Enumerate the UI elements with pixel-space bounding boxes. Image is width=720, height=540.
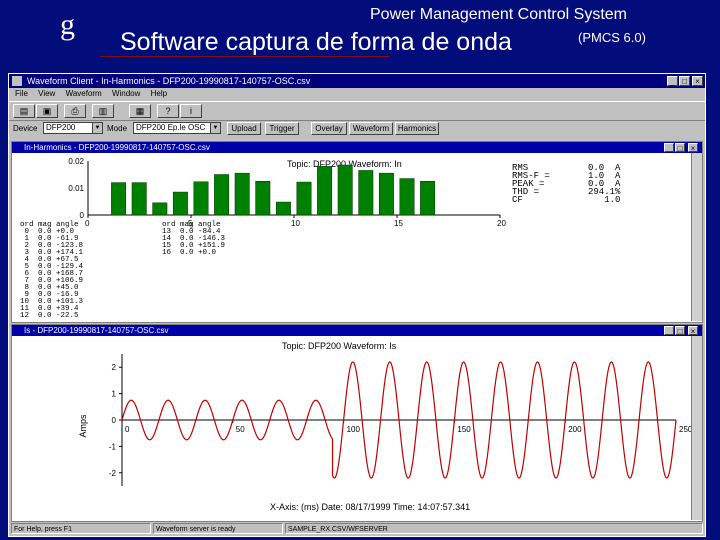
app-title: Waveform Client - In-Harmonics - DFP200-…	[27, 76, 311, 86]
bar	[317, 166, 333, 216]
bar	[193, 181, 209, 216]
harmonics-icon[interactable]: ▥	[92, 104, 114, 118]
menu-view[interactable]: View	[38, 88, 55, 100]
status-help: For Help, press F1	[11, 523, 151, 534]
minimize-button[interactable]: _	[664, 143, 674, 153]
harmonics-window-titlebar[interactable]: In-Harmonics - DFP200-19990817-140757-OS…	[12, 142, 702, 153]
waveform-window-titlebar[interactable]: Is - DFP200-19990817-140757-OSC.csv _ □ …	[12, 325, 702, 336]
y-tick-label: -1	[109, 442, 117, 451]
print-icon[interactable]: ⎙	[64, 104, 86, 118]
x-tick-label: 200	[568, 425, 582, 434]
maximize-button[interactable]: □	[675, 143, 685, 153]
status-bar: For Help, press F1 Waveform server is re…	[9, 522, 705, 536]
menu-bar: File View Waveform Window Help	[9, 88, 705, 100]
slide-title: Software captura de forma de onda	[120, 28, 512, 56]
x-axis-label: X-Axis: (ms) Date: 08/17/1999 Time: 14:0…	[270, 502, 470, 512]
y-tick-label: 0.02	[68, 157, 84, 166]
bar	[275, 201, 291, 216]
open-icon[interactable]: ▤	[13, 104, 35, 118]
mode-value: DFP200 Ep.le OSC	[136, 123, 206, 132]
device-toolbar: Device DFP200 ▼ Mode DFP200 Ep.le OSC ▼ …	[9, 120, 705, 138]
y-tick-label: 0	[80, 211, 85, 220]
waveform-chart: Topic: DFP200 Waveform: Is X-Axis: (ms) D…	[78, 341, 692, 512]
bar	[358, 170, 374, 216]
minimize-button[interactable]: _	[664, 326, 674, 336]
x-tick-label: 0	[125, 425, 130, 434]
harmonics-table-left: ord mag angle 0 0.0 +0.0 1 0.0 -61.9 2 0…	[20, 221, 84, 320]
bar	[131, 182, 147, 216]
bar	[420, 181, 436, 216]
save-icon[interactable]: ▣	[36, 104, 58, 118]
y-tick-label: 0	[112, 416, 117, 425]
menu-file[interactable]: File	[15, 88, 28, 100]
y-tick-label: -2	[109, 469, 117, 478]
bar	[152, 202, 168, 216]
mode-select[interactable]: DFP200 Ep.le OSC ▼	[133, 122, 221, 134]
device-label: Device	[13, 124, 38, 133]
bar	[296, 181, 312, 216]
status-file: SAMPLE_RX.CSV/WFSERVER	[285, 523, 703, 534]
device-value: DFP200	[46, 123, 76, 132]
stats-labels: RMS RMS-F = PEAK = THD = CF	[512, 163, 550, 205]
x-tick-label: 15	[394, 219, 403, 228]
menu-waveform[interactable]: Waveform	[66, 88, 102, 100]
version-label: (PMCS 6.0)	[578, 30, 646, 45]
menu-help[interactable]: Help	[151, 88, 167, 100]
stats-values: 0.0 A 1.0 A 0.0 A 294.1% 1.0	[588, 163, 621, 205]
mode-label: Mode	[107, 124, 128, 133]
bar	[111, 182, 127, 216]
y-tick-label: 1	[112, 390, 117, 399]
upload-button[interactable]: Upload	[227, 122, 261, 135]
app-icon[interactable]	[12, 76, 22, 86]
minimize-button[interactable]: _	[667, 76, 678, 86]
x-tick-label: 150	[457, 425, 471, 434]
bar	[255, 181, 271, 216]
harmonics-window-title: In-Harmonics - DFP200-19990817-140757-OS…	[24, 143, 210, 152]
close-button[interactable]: ×	[688, 326, 698, 336]
chevron-down-icon[interactable]: ▼	[92, 123, 102, 133]
overlay-button[interactable]: Overlay	[311, 122, 347, 135]
help-icon[interactable]: ?	[157, 104, 179, 118]
harmonics-table-right: ord mag angle 13 0.0 -84.4 14 0.0 -146.3…	[162, 221, 226, 257]
waveform-button[interactable]: Waveform	[349, 122, 393, 135]
bar	[337, 164, 353, 216]
x-tick-label: 100	[347, 425, 361, 434]
system-title: Power Management Control System	[370, 6, 627, 23]
maximize-button[interactable]: □	[675, 326, 685, 336]
close-button[interactable]: ×	[688, 143, 698, 153]
app-titlebar[interactable]: Waveform Client - In-Harmonics - DFP200-…	[9, 74, 705, 88]
device-select[interactable]: DFP200 ▼	[43, 122, 103, 134]
x-tick-label: 0	[85, 219, 90, 228]
vertical-scrollbar[interactable]	[691, 153, 702, 321]
icon-toolbar: ▤ ▣ ⎙ ▥ ▦ ? i	[9, 101, 705, 121]
chart-title: Topic: DFP200 Waveform: Is	[282, 341, 397, 351]
bar	[172, 191, 188, 216]
menu-window[interactable]: Window	[112, 88, 140, 100]
x-tick-label: 10	[291, 219, 300, 228]
maximize-button[interactable]: □	[679, 76, 690, 86]
y-tick-label: 0.01	[68, 184, 84, 193]
harmonics-window: In-Harmonics - DFP200-19990817-140757-OS…	[11, 141, 703, 323]
vertical-scrollbar[interactable]	[691, 336, 702, 520]
ge-logo: g	[60, 8, 75, 41]
bar	[234, 172, 250, 216]
trigger-button[interactable]: Trigger	[265, 122, 299, 135]
bar	[399, 178, 415, 216]
y-tick-label: 2	[112, 363, 117, 372]
title-underline	[100, 56, 390, 57]
waveform-window: Is - DFP200-19990817-140757-OSC.csv _ □ …	[11, 324, 703, 522]
bar	[378, 172, 394, 216]
status-server: Waveform server is ready	[153, 523, 283, 534]
x-tick-label: 20	[497, 219, 506, 228]
waveform-window-title: Is - DFP200-19990817-140757-OSC.csv	[24, 326, 169, 335]
copy-icon[interactable]: ▦	[129, 104, 151, 118]
harmonics-button[interactable]: Harmonics	[395, 122, 439, 135]
y-axis-label: Amps	[78, 414, 88, 438]
close-button[interactable]: ×	[692, 76, 703, 86]
chevron-down-icon[interactable]: ▼	[210, 123, 220, 133]
x-tick-label: 50	[236, 425, 245, 434]
waveform-client-window: Waveform Client - In-Harmonics - DFP200-…	[8, 73, 706, 537]
info-icon[interactable]: i	[180, 104, 202, 118]
bar	[214, 174, 230, 216]
